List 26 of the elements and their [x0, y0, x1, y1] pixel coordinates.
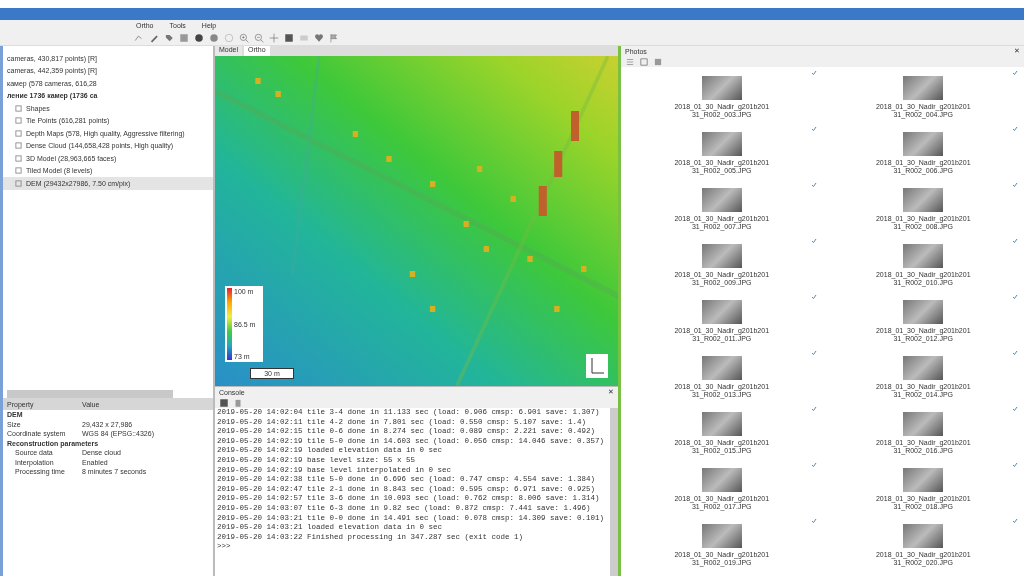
photo-placeholder[interactable] — [701, 468, 742, 492]
photo-placeholder[interactable] — [903, 76, 944, 100]
photo-placeholder[interactable] — [903, 412, 944, 436]
heart-icon[interactable] — [314, 33, 324, 43]
flag-icon[interactable] — [329, 33, 339, 43]
scroll-bar[interactable] — [7, 390, 173, 398]
photo-placeholder[interactable] — [701, 244, 742, 268]
photo-placeholder[interactable] — [903, 244, 944, 268]
photo-placeholder[interactable] — [903, 132, 944, 156]
photo-placeholder[interactable] — [701, 524, 742, 548]
photo-placeholder[interactable] — [701, 412, 742, 436]
photo-placeholder[interactable] — [903, 356, 944, 380]
save-icon[interactable] — [219, 397, 229, 408]
photo-placeholder[interactable] — [701, 300, 742, 324]
photo-placeholder[interactable] — [903, 468, 944, 492]
axes-icon — [586, 354, 608, 378]
pencil-icon[interactable] — [149, 33, 159, 43]
photo-placeholder[interactable] — [903, 188, 944, 212]
tag-icon[interactable] — [164, 33, 174, 43]
sphere-icon[interactable] — [194, 33, 204, 43]
photo-placeholder[interactable] — [903, 300, 944, 324]
photo-placeholder[interactable] — [903, 524, 944, 548]
photo-placeholder[interactable] — [701, 76, 742, 100]
photo-placeholder[interactable] — [701, 188, 742, 212]
photo-placeholder[interactable] — [701, 132, 742, 156]
photo-placeholder[interactable] — [701, 356, 742, 380]
